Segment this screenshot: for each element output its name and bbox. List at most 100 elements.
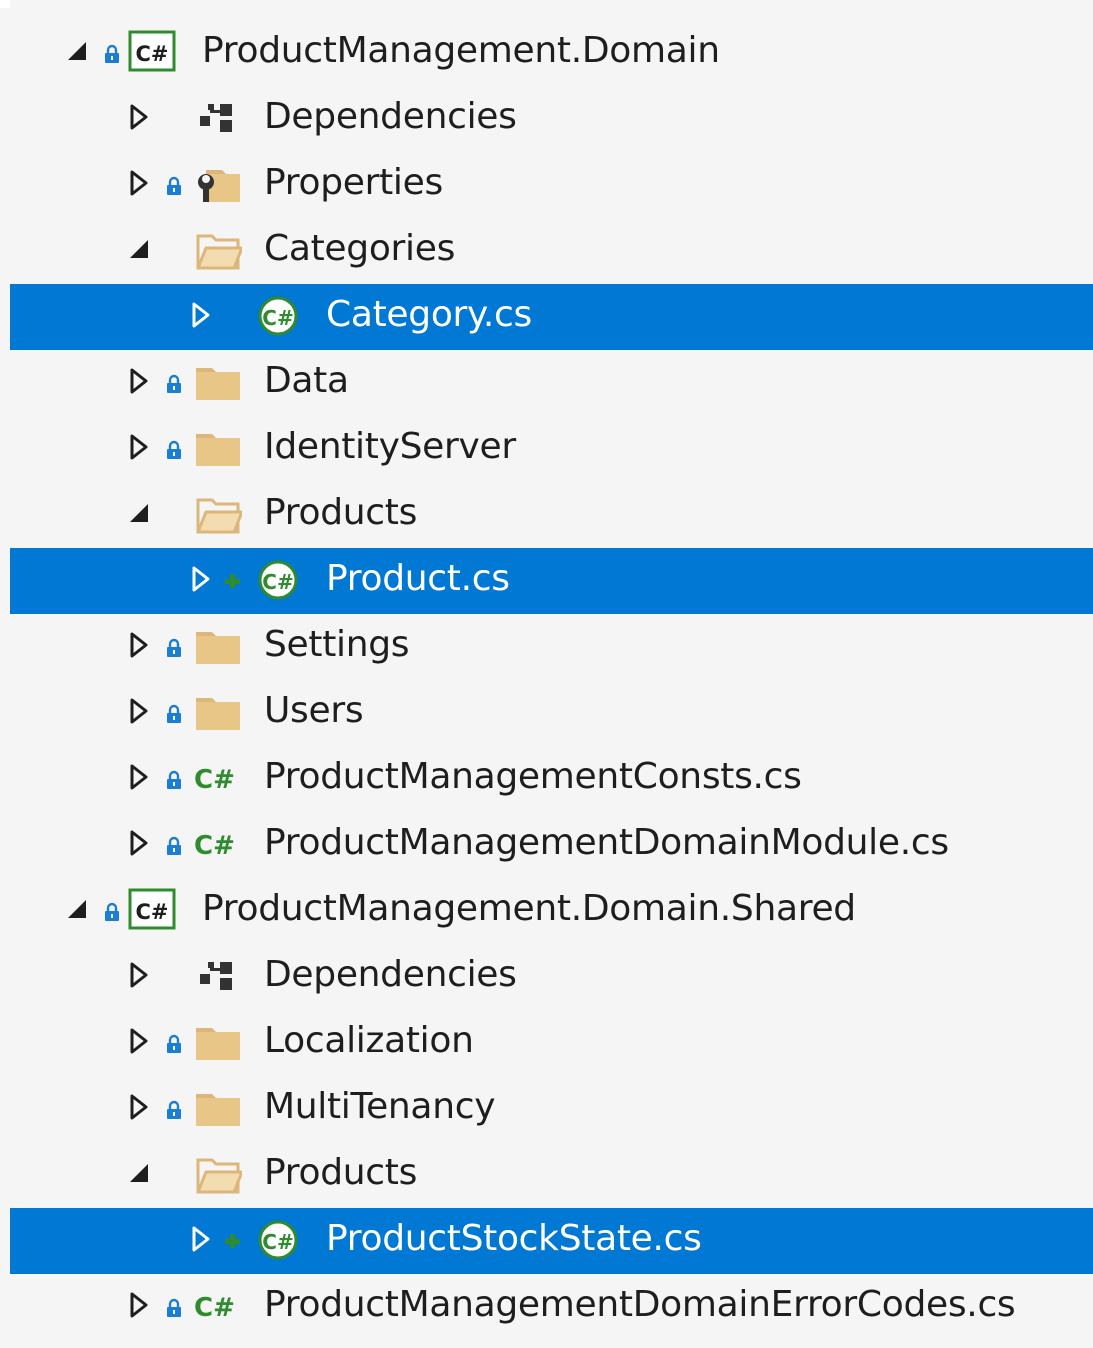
csharp-file-icon: C# [194,822,242,866]
tree-item[interactable]: Settings [10,614,1093,680]
tree-item[interactable]: IdentityServer [10,416,1093,482]
folder-icon [194,426,242,470]
expanded-arrow-icon[interactable] [122,1142,152,1208]
tree-item[interactable]: C# ProductManagementDomainErrorCodes.cs [10,1274,1093,1340]
tree-item[interactable]: Dependencies [10,86,1093,152]
folder-icon [194,1086,242,1130]
tree-item-label: Products [264,492,418,533]
open-folder-icon [194,492,244,536]
dependencies-icon [194,96,242,140]
csharp-project-icon: C# [128,888,176,932]
svg-text:C#: C# [194,765,235,795]
csharp-class-icon: C# [256,294,304,338]
lock-icon [166,836,182,856]
collapsed-arrow-icon[interactable] [184,284,214,350]
open-folder-icon [194,228,244,272]
tree-item[interactable]: MultiTenancy [10,1076,1093,1142]
csharp-class-icon: C# [256,1218,304,1262]
svg-text:C#: C# [194,831,235,861]
tree-item-label: Properties [264,162,443,203]
tree-item-label: ProductManagement.Domain.Shared [202,888,856,929]
tree-item[interactable]: Products [10,1142,1093,1208]
tree-item-label: Data [264,360,349,401]
tree-item-label: ProductManagementDomainModule.cs [264,822,949,863]
dependencies-icon [194,954,242,998]
tree-item[interactable]: C# Category.cs [10,284,1093,350]
collapsed-arrow-icon[interactable] [122,746,152,812]
svg-text:C#: C# [135,42,168,66]
tree-item-label: MultiTenancy [264,1086,496,1127]
tree-item[interactable]: Users [10,680,1093,746]
plus-icon [224,1232,240,1250]
tree-item[interactable]: C# ProductManagementConsts.cs [10,746,1093,812]
folder-icon [194,624,242,668]
tree-item[interactable]: Data [10,350,1093,416]
collapsed-arrow-icon[interactable] [122,1274,152,1340]
tree-item-label: Users [264,690,364,731]
folder-icon [194,690,242,734]
tree-item[interactable]: Localization [10,1010,1093,1076]
tree-item-label: ProductManagementConsts.cs [264,756,802,797]
tree-item[interactable]: C# ProductManagement.Domain [10,20,1093,86]
expanded-arrow-icon[interactable] [122,218,152,284]
lock-icon [166,1298,182,1318]
tree-item-label: IdentityServer [264,426,516,467]
lock-icon [166,1100,182,1120]
tree-item[interactable]: Dependencies [10,944,1093,1010]
properties-folder-icon [194,162,242,206]
tree-item-label: ProductManagement.Domain [202,30,720,71]
lock-icon [166,440,182,460]
tree-item[interactable]: Products [10,482,1093,548]
svg-text:C#: C# [194,1293,235,1323]
collapsed-arrow-icon[interactable] [184,1208,214,1274]
collapsed-arrow-icon[interactable] [122,416,152,482]
folder-icon [194,1020,242,1064]
tree-item-label: ProductStockState.cs [326,1218,702,1259]
lock-icon [166,1034,182,1054]
solution-explorer-tree: C# ProductManagement.Domain Dependencies Pr… [10,0,1093,1348]
svg-text:C#: C# [262,1230,293,1254]
tree-item-label: Localization [264,1020,474,1061]
svg-text:C#: C# [262,570,293,594]
plus-icon [224,572,240,590]
expanded-arrow-icon[interactable] [60,878,90,944]
tree-item[interactable]: C# Product.cs [10,548,1093,614]
collapsed-arrow-icon[interactable] [122,1076,152,1142]
tree-item-label: Categories [264,228,456,269]
collapsed-arrow-icon[interactable] [122,680,152,746]
expanded-arrow-icon[interactable] [122,482,152,548]
lock-icon [166,374,182,394]
lock-icon [104,902,120,922]
expanded-arrow-icon[interactable] [60,20,90,86]
csharp-file-icon: C# [194,756,242,800]
tree-item-label: Products [264,1152,418,1193]
tree-item[interactable]: C# ProductStockState.cs [10,1208,1093,1274]
tree-item-label: Dependencies [264,954,517,995]
lock-icon [166,770,182,790]
collapsed-arrow-icon[interactable] [122,350,152,416]
svg-text:C#: C# [135,900,168,924]
collapsed-arrow-icon[interactable] [184,548,214,614]
collapsed-arrow-icon[interactable] [122,944,152,1010]
svg-text:C#: C# [262,306,293,330]
folder-icon [194,360,242,404]
tree-item[interactable]: C# ProductManagementDomainModule.cs [10,812,1093,878]
tree-item-label: Settings [264,624,410,665]
collapsed-arrow-icon[interactable] [122,812,152,878]
open-folder-icon [194,1152,244,1196]
tree-item-label: Product.cs [326,558,510,599]
csharp-project-icon: C# [128,30,176,74]
lock-icon [166,638,182,658]
tree-item[interactable]: Properties [10,152,1093,218]
tree-item-label: Dependencies [264,96,517,137]
tree-item-label: ProductManagementDomainErrorCodes.cs [264,1284,1016,1325]
lock-icon [166,176,182,196]
collapsed-arrow-icon[interactable] [122,1010,152,1076]
tree-item-label: Category.cs [326,294,533,335]
tree-item[interactable]: Categories [10,218,1093,284]
collapsed-arrow-icon[interactable] [122,152,152,218]
collapsed-arrow-icon[interactable] [122,86,152,152]
tree-item[interactable]: C# ProductManagement.Domain.Shared [10,878,1093,944]
csharp-class-icon: C# [256,558,304,602]
collapsed-arrow-icon[interactable] [122,614,152,680]
